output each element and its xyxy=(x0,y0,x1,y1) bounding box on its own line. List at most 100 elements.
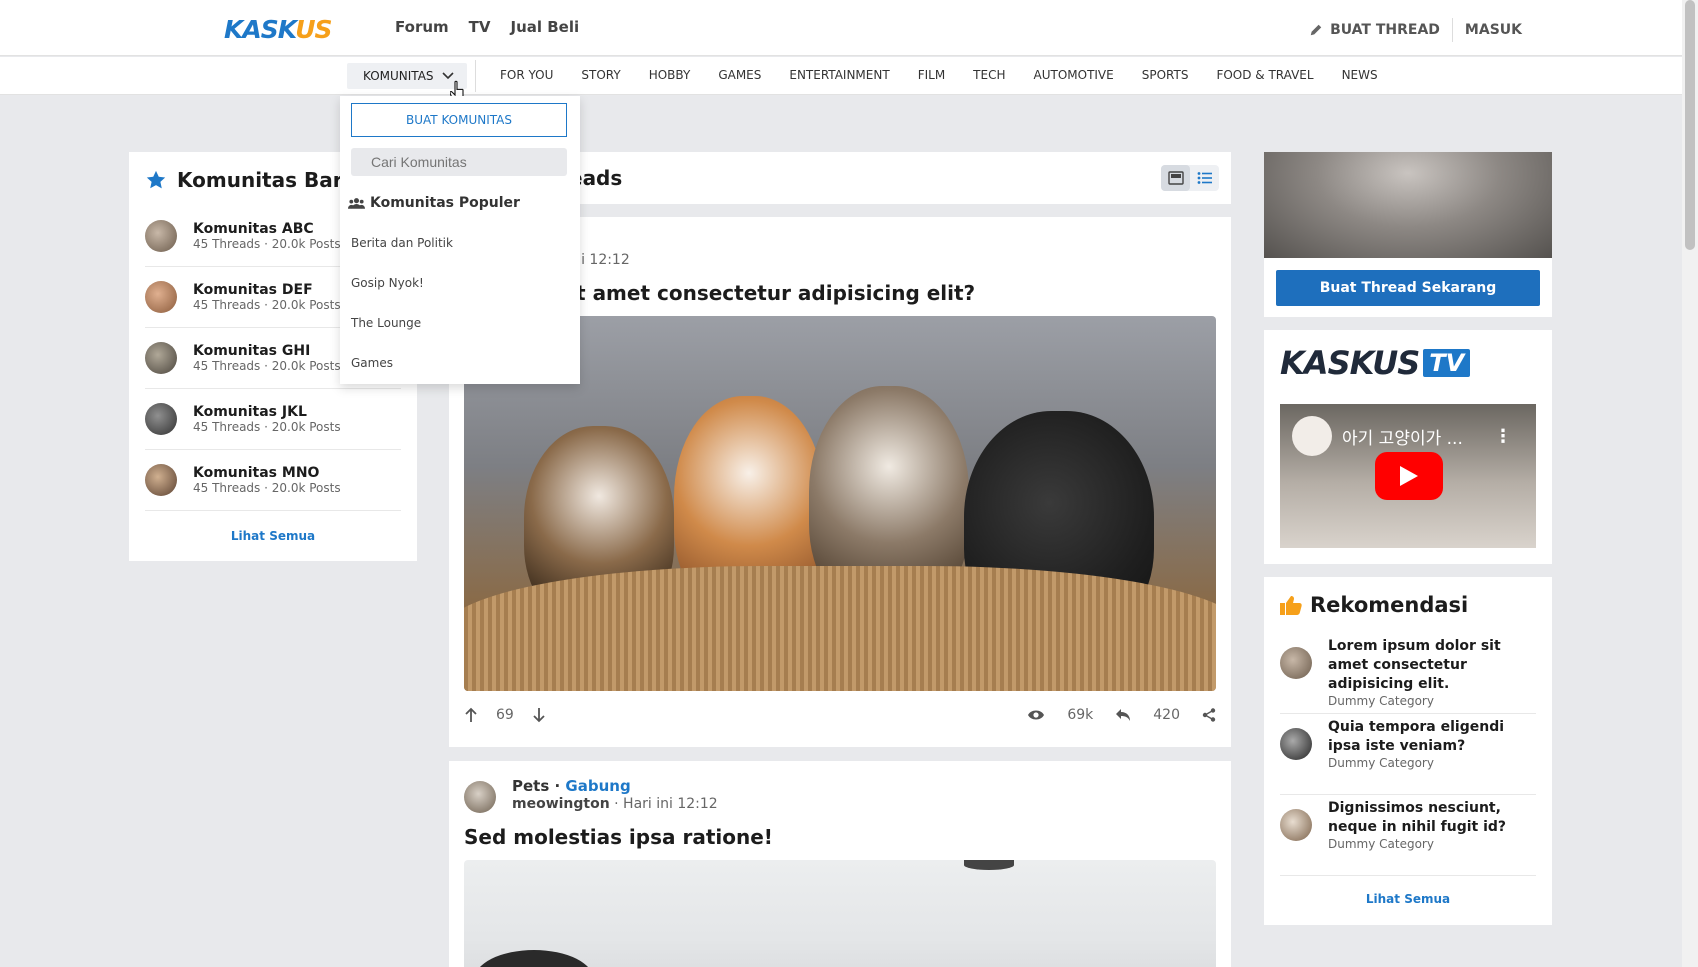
star-icon xyxy=(146,170,166,189)
popular-item-lounge[interactable]: The Lounge xyxy=(351,316,421,330)
avatar xyxy=(145,220,177,252)
eye-icon xyxy=(1028,710,1045,720)
avatar xyxy=(145,342,177,374)
post-author[interactable]: meowington xyxy=(512,796,610,812)
kaskus-tv-panel: KASKUS TV 아기 고양이가 ... ⋮ xyxy=(1264,330,1552,564)
more-options-icon[interactable]: ⋮ xyxy=(1494,426,1512,447)
recommendation-category: Dummy Category xyxy=(1328,837,1434,851)
category-film[interactable]: FILM xyxy=(918,68,945,82)
recommendation-title: Lorem ipsum dolor sit amet consectetur a… xyxy=(1328,638,1501,692)
buat-komunitas-button[interactable]: BUAT KOMUNITAS xyxy=(351,103,567,137)
see-all-link[interactable]: Lihat Semua xyxy=(145,529,401,543)
play-button[interactable] xyxy=(1375,452,1443,500)
community-meta: 45 Threads · 20.0k Posts xyxy=(193,420,341,434)
post-community: Pets · Gabung xyxy=(512,777,631,795)
recommendation-title: Dignissimos nesciunt, neque in nihil fug… xyxy=(1328,800,1507,835)
category-tech[interactable]: TECH xyxy=(973,68,1005,82)
category-automotive[interactable]: AUTOMOTIVE xyxy=(1034,68,1114,82)
post-image[interactable] xyxy=(464,860,1216,967)
join-link[interactable]: Gabung xyxy=(565,777,630,795)
pencil-icon xyxy=(1310,24,1322,36)
vote-count: 69 xyxy=(496,707,514,723)
chevron-down-icon xyxy=(441,72,454,80)
see-all-link[interactable]: Lihat Semua xyxy=(1280,892,1536,906)
recommendation-item[interactable]: Quia tempora eligendi ipsa iste veniam? D… xyxy=(1280,714,1536,795)
card-view-icon xyxy=(1167,171,1184,185)
panel-title: Rekomendasi xyxy=(1280,593,1536,617)
category-story[interactable]: STORY xyxy=(581,68,620,82)
avatar xyxy=(464,781,496,813)
reply-icon[interactable] xyxy=(1115,708,1131,722)
category-food-travel[interactable]: FOOD & TRAVEL xyxy=(1216,68,1313,82)
community-meta: 45 Threads · 20.0k Posts xyxy=(193,237,341,251)
nav-jual-beli[interactable]: Jual Beli xyxy=(511,18,580,36)
post-title[interactable]: Sed molestias ipsa ratione! xyxy=(464,825,773,849)
downvote-icon[interactable] xyxy=(532,707,546,723)
avatar xyxy=(145,464,177,496)
masuk-button[interactable]: MASUK xyxy=(1465,22,1522,38)
category-hobby[interactable]: HOBBY xyxy=(649,68,691,82)
community-name: Komunitas MNO xyxy=(193,465,320,481)
komunitas-search-input[interactable] xyxy=(351,148,567,176)
community-row[interactable]: Komunitas MNO 45 Threads · 20.0k Posts xyxy=(145,450,401,511)
nav-forum[interactable]: Forum xyxy=(395,18,449,36)
recommendation-category: Dummy Category xyxy=(1328,694,1434,708)
community-meta: 45 Threads · 20.0k Posts xyxy=(193,481,341,495)
top-nav: Forum TV Jual Beli xyxy=(395,18,579,36)
community-name: Komunitas DEF xyxy=(193,282,313,298)
recommendation-title: Quia tempora eligendi ipsa iste veniam? xyxy=(1328,719,1505,754)
promo-image xyxy=(1264,152,1552,258)
scrollbar-thumb[interactable] xyxy=(1685,0,1695,250)
recommendation-item[interactable]: Lorem ipsum dolor sit amet consectetur a… xyxy=(1280,633,1536,714)
top-actions: BUAT THREAD MASUK xyxy=(1309,18,1522,42)
recommendation-category: Dummy Category xyxy=(1328,756,1434,770)
basket-shape xyxy=(464,566,1216,691)
buat-thread-label: BUAT THREAD xyxy=(1330,22,1440,38)
category-games[interactable]: GAMES xyxy=(718,68,761,82)
category-list: FOR YOU STORY HOBBY GAMES ENTERTAINMENT … xyxy=(500,68,1378,82)
community-row[interactable]: Komunitas JKL 45 Threads · 20.0k Posts xyxy=(145,389,401,450)
upvote-icon[interactable] xyxy=(464,707,478,723)
category-sports[interactable]: SPORTS xyxy=(1142,68,1189,82)
recommendation-item[interactable]: Dignissimos nesciunt, neque in nihil fug… xyxy=(1280,795,1536,876)
video-embed[interactable]: 아기 고양이가 ... ⋮ xyxy=(1280,404,1536,548)
cat-shape xyxy=(964,860,1014,870)
popular-heading: Komunitas Populer xyxy=(348,195,520,211)
card-view-button[interactable] xyxy=(1161,165,1190,191)
users-icon xyxy=(348,197,365,209)
buat-thread-sekarang-button[interactable]: Buat Thread Sekarang xyxy=(1276,270,1540,306)
community-name: Komunitas ABC xyxy=(193,221,314,237)
cat-shape xyxy=(474,950,594,967)
buat-thread-button[interactable]: BUAT THREAD xyxy=(1309,22,1440,38)
community-name: Komunitas GHI xyxy=(193,343,311,359)
category-entertainment[interactable]: ENTERTAINMENT xyxy=(789,68,889,82)
thumbs-up-icon xyxy=(1280,596,1302,615)
channel-avatar xyxy=(1292,416,1332,456)
list-view-button[interactable] xyxy=(1190,165,1219,191)
kaskus-tv-logo: KASKUS TV xyxy=(1280,344,1471,382)
avatar xyxy=(145,403,177,435)
popular-item-gosip[interactable]: Gosip Nyok! xyxy=(351,276,424,290)
category-nav: KOMUNITAS FOR YOU STORY HOBBY GAMES ENTE… xyxy=(0,57,1682,95)
community-meta: 45 Threads · 20.0k Posts xyxy=(193,298,341,312)
post-actions: 69 69k 420 xyxy=(464,703,1216,727)
divider xyxy=(1451,18,1453,42)
avatar xyxy=(145,281,177,313)
share-icon[interactable] xyxy=(1202,708,1216,722)
nav-tv[interactable]: TV xyxy=(469,18,491,36)
popular-item-games[interactable]: Games xyxy=(351,356,393,370)
komunitas-label: KOMUNITAS xyxy=(363,69,434,83)
avatar xyxy=(1280,809,1312,841)
category-news[interactable]: NEWS xyxy=(1342,68,1378,82)
reply-count: 420 xyxy=(1153,707,1180,723)
category-for-you[interactable]: FOR YOU xyxy=(500,68,553,82)
avatar xyxy=(1280,647,1312,679)
create-thread-promo: Buat Thread Sekarang xyxy=(1264,152,1552,317)
thread-card[interactable]: Pets · Gabung meowington · Hari ini 12:1… xyxy=(449,761,1231,967)
rekomendasi-panel: Rekomendasi Lorem ipsum dolor sit amet c… xyxy=(1264,577,1552,925)
kaskus-logo[interactable]: KASKUS xyxy=(224,15,333,44)
view-count: 69k xyxy=(1067,707,1094,723)
popular-item-berita[interactable]: Berita dan Politik xyxy=(351,236,453,250)
komunitas-dropdown-button[interactable]: KOMUNITAS xyxy=(347,63,467,89)
scrollbar[interactable] xyxy=(1682,0,1698,967)
